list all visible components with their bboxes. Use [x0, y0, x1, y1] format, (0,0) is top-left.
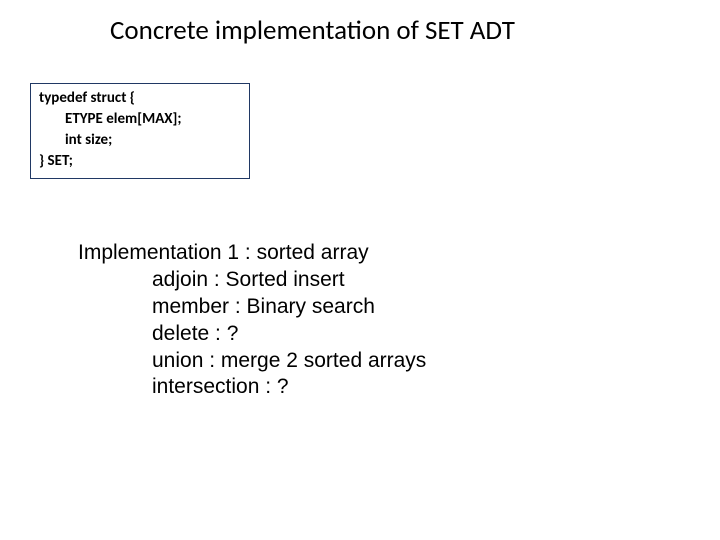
body-item: union : merge 2 sorted arrays	[78, 348, 426, 375]
code-line: } SET;	[39, 152, 73, 170]
code-box: typedef struct { ETYPE elem[MAX]; int si…	[30, 83, 250, 179]
body-item: delete : ?	[78, 321, 426, 348]
body-item: adjoin : Sorted insert	[78, 267, 426, 294]
code-line: ETYPE elem[MAX];	[39, 109, 241, 130]
code-line: int size;	[39, 130, 241, 151]
body-item: member : Binary search	[78, 294, 426, 321]
body-item: intersection : ?	[78, 374, 426, 401]
code-line: typedef struct {	[39, 89, 135, 107]
body-block: Implementation 1 : sorted array adjoin :…	[78, 240, 426, 401]
slide-title: Concrete implementation of SET ADT	[110, 14, 515, 47]
body-heading: Implementation 1 : sorted array	[78, 241, 369, 264]
